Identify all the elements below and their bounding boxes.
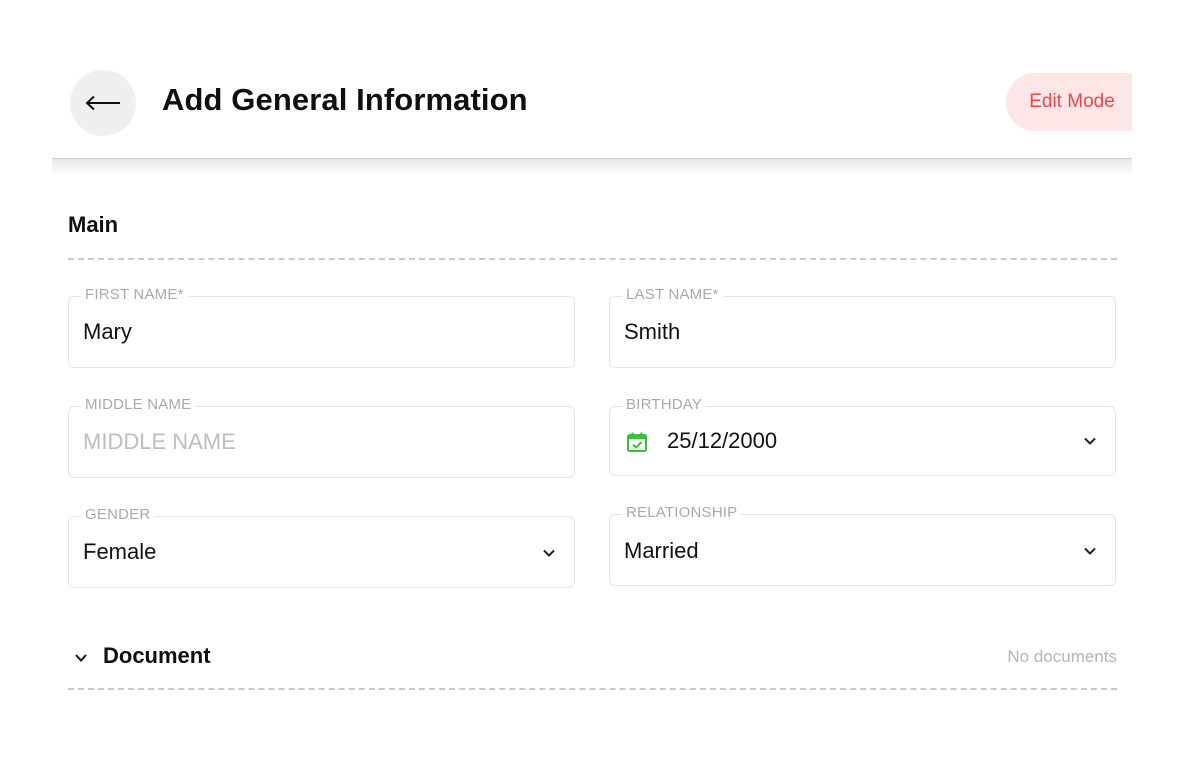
chevron-down-icon [1084,547,1096,555]
middle-name-field[interactable]: MIDDLE NAME [68,396,575,478]
document-section-title[interactable]: Document [103,643,211,669]
document-section-divider [68,688,1117,690]
header-shadow [52,158,1132,176]
document-collapse-chevron-icon[interactable] [73,652,89,664]
relationship-value: Married [624,538,699,563]
back-button[interactable] [70,70,136,136]
gender-label: GENDER [81,506,155,523]
main-section-divider [68,258,1117,260]
birthday-field[interactable]: BIRTHDAY 25/12/2000 [609,396,1116,476]
first-name-field[interactable]: FIRST NAME* Mary [68,286,575,368]
gender-select[interactable]: GENDER Female [68,506,575,588]
page: Add General Information Edit Mode Main F… [0,0,1184,760]
middle-name-input[interactable] [83,429,523,455]
first-name-label: FIRST NAME* [81,286,188,303]
arrow-left-icon [85,95,120,111]
birthday-label: BIRTHDAY [622,396,707,413]
first-name-value: Mary [83,319,132,344]
gender-value: Female [83,539,157,564]
chevron-down-icon [1084,437,1096,445]
last-name-field[interactable]: LAST NAME* Smith [609,286,1116,368]
birthday-value: 25/12/2000 [667,428,778,453]
edit-mode-button[interactable]: Edit Mode [1006,73,1132,131]
last-name-label: LAST NAME* [622,286,723,303]
main-section-title: Main [68,212,119,237]
relationship-label: RELATIONSHIP [622,504,742,521]
middle-name-label: MIDDLE NAME [81,396,196,413]
last-name-value: Smith [624,319,681,344]
page-title: Add General Information [162,82,528,117]
chevron-down-icon [543,549,555,557]
no-documents-text: No documents [1007,647,1117,666]
header: Add General Information Edit Mode [52,56,1132,160]
calendar-check-icon [627,432,647,452]
relationship-select[interactable]: RELATIONSHIP Married [609,504,1116,586]
